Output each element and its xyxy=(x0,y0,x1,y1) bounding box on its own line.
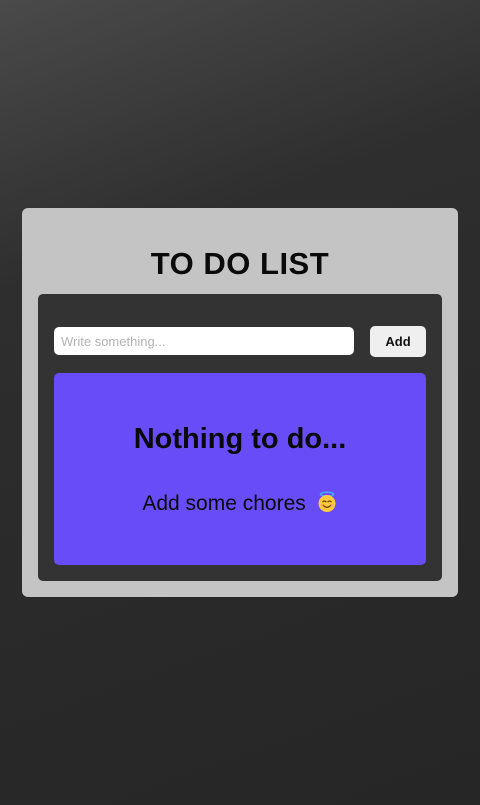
smiling-face-with-halo-icon xyxy=(316,491,338,517)
add-button[interactable]: Add xyxy=(370,326,426,357)
empty-state-message-row: Add some chores xyxy=(54,491,426,517)
todo-panel: Add Nothing to do... Add some chores xyxy=(38,294,442,581)
page-title: TO DO LIST xyxy=(150,246,330,281)
empty-state-message: Add some chores xyxy=(142,492,306,515)
task-input[interactable] xyxy=(54,327,354,355)
todo-card: TO DO LIST Add Nothing to do... Add some… xyxy=(22,208,458,597)
empty-state: Nothing to do... Add some chores xyxy=(54,373,426,565)
empty-state-heading: Nothing to do... xyxy=(133,423,347,455)
